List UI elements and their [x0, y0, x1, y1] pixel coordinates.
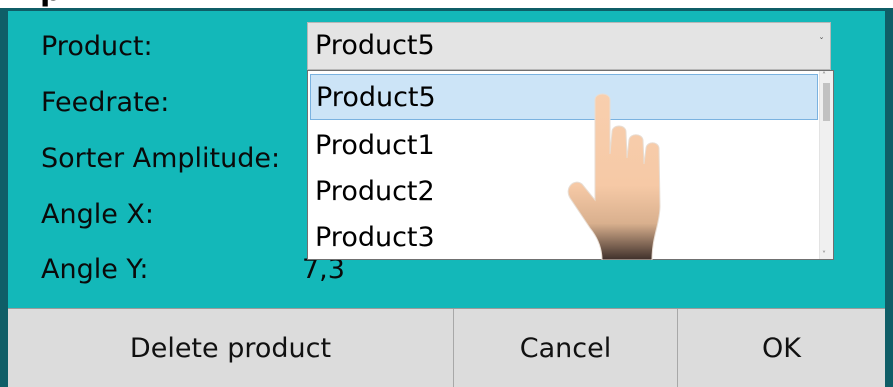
panel-right-border [885, 8, 893, 387]
dialog-button-bar: Delete product Cancel OK [8, 308, 885, 387]
title-strip: p [0, 0, 893, 8]
scrollbar-thumb[interactable] [823, 83, 830, 121]
feedrate-label: Feedrate: [41, 87, 170, 118]
chevron-down-icon[interactable]: ˇ [819, 37, 824, 48]
scroll-down-arrow-icon[interactable]: ˅ [822, 250, 826, 259]
panel-left-border [0, 8, 8, 387]
sorter-amplitude-label: Sorter Amplitude: [41, 143, 281, 174]
panel-top-border [0, 8, 893, 11]
scroll-up-arrow-icon[interactable]: ˄ [822, 71, 826, 80]
product-label: Product: [41, 31, 153, 62]
ok-button[interactable]: OK [678, 309, 885, 387]
angle-x-label: Angle X: [41, 199, 155, 230]
dialog-title-fragment: p [40, 0, 61, 6]
angle-y-label: Angle Y: [41, 254, 149, 285]
cancel-button[interactable]: Cancel [454, 309, 678, 387]
hand-pointer-icon [567, 93, 661, 260]
product-select[interactable]: Product5 ˇ [307, 22, 831, 70]
delete-product-button[interactable]: Delete product [8, 309, 454, 387]
product-select-value: Product5 [315, 30, 435, 61]
dropdown-scrollbar[interactable]: ˄ ˅ [819, 71, 833, 259]
